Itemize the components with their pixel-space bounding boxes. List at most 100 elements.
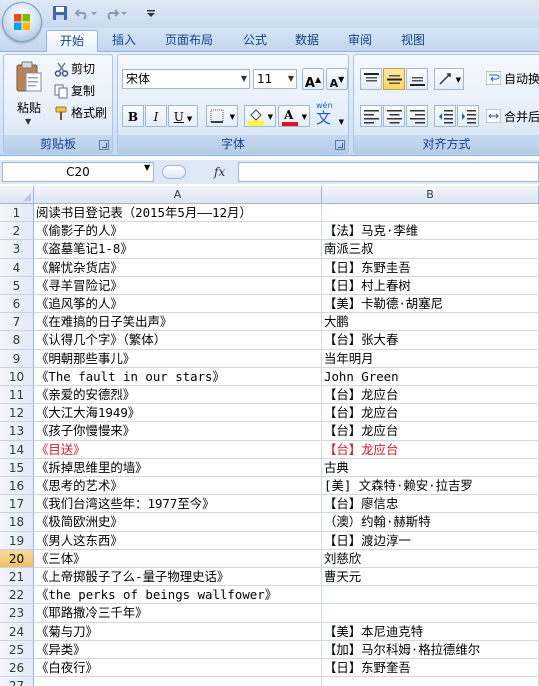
row-header[interactable]: 2 [0,222,34,241]
cell-author[interactable]: 【加】马尔科姆·格拉德维尔 [322,640,539,659]
wrap-text-button[interactable]: 自动换 [486,69,539,89]
row-header[interactable]: 26 [0,659,34,678]
merge-center-button[interactable]: 合并后 [486,107,539,127]
cell-author[interactable]: 【美】本尼迪克特 [322,622,539,641]
font-size-select[interactable]: 11 ▼ [253,69,297,89]
paste-button[interactable]: 粘贴 ▼ [9,59,49,133]
cell-author[interactable]: 古典 [322,458,539,477]
increase-indent-button[interactable] [457,105,479,127]
cell-title[interactable]: 《目送》 [34,440,322,459]
cell-author[interactable]: [美] 文森特·赖安·拉吉罗 [322,477,539,496]
cell-title[interactable]: 《菊与刀》 [34,622,322,641]
cell-title[interactable] [34,677,322,686]
tab-page-layout[interactable]: 页面布局 [155,30,223,52]
cell-title[interactable]: 《孩子你慢慢来》 [34,422,322,441]
row-header[interactable]: 12 [0,404,34,423]
cell-author[interactable] [322,677,539,686]
align-middle-button[interactable] [383,68,405,90]
undo-dropdown-icon[interactable] [90,5,98,21]
row-header[interactable]: 17 [0,495,34,514]
cell-title[interactable]: 《追风筝的人》 [34,295,322,314]
row-header[interactable]: 23 [0,604,34,623]
cell-title[interactable]: 《极简欧洲史》 [34,513,322,532]
grow-font-button[interactable]: A▲ [302,68,324,91]
shrink-font-button[interactable]: A▼ [326,68,348,90]
tab-view[interactable]: 视图 [390,30,436,52]
cell-author[interactable]: 【日】东野圭吾 [322,258,539,277]
tab-formulas[interactable]: 公式 [232,30,278,52]
row-header[interactable]: 15 [0,458,34,477]
cell-title[interactable]: 《解忧杂货店》 [34,258,322,277]
cell-title[interactable]: 《The fault in our stars》 [34,367,322,386]
phonetic-guide-button[interactable]: wén 文 ▼ [314,101,344,131]
cell-author[interactable]: 【台】龙应台 [322,422,539,441]
row-header[interactable]: 27 [0,677,34,686]
formula-bar-resize-handle[interactable] [162,165,186,179]
cell-title[interactable]: 《认得几个字》（繁体） [34,331,322,350]
cell-author[interactable]: 大鹏 [322,313,539,332]
row-header[interactable]: 9 [0,349,34,368]
font-name-select[interactable]: 宋体 ▼ [122,69,250,89]
column-header-b[interactable]: B [322,186,539,204]
name-box-dropdown-icon[interactable]: ▼ [144,163,150,172]
cell-author[interactable]: 刘慈欣 [322,549,539,568]
row-header[interactable]: 4 [0,258,34,277]
cell-author[interactable]: （澳）约翰·赫斯特 [322,513,539,532]
row-header[interactable]: 13 [0,422,34,441]
cell-author[interactable]: 【台】廖信忠 [322,495,539,514]
row-header[interactable]: 6 [0,295,34,314]
cell-title[interactable]: 《三体》 [34,549,322,568]
tab-data[interactable]: 数据 [284,30,330,52]
italic-button[interactable]: I [145,105,167,127]
cell-title[interactable]: 《偷影子的人》 [34,222,322,241]
cut-button[interactable]: 剪切 [52,59,110,79]
cell-author[interactable] [322,204,539,223]
row-header[interactable]: 21 [0,568,34,587]
tab-review[interactable]: 审阅 [337,30,383,52]
undo-icon[interactable] [74,5,90,21]
cell-title[interactable]: 《大江大海1949》 [34,404,322,423]
cell-title[interactable]: 《白夜行》 [34,659,322,678]
cell-author[interactable]: 【日】渡边淳一 [322,531,539,550]
cell-title[interactable]: 《思考的艺术》 [34,477,322,496]
row-header[interactable]: 5 [0,276,34,295]
row-header[interactable]: 3 [0,240,34,259]
cell-author[interactable]: 曹天元 [322,568,539,587]
cell-title[interactable]: 《男人这东西》 [34,531,322,550]
row-header[interactable]: 10 [0,367,34,386]
office-button[interactable] [2,2,42,42]
cell-author[interactable]: 【台】龙应台 [322,404,539,423]
align-top-button[interactable] [360,68,382,90]
tab-home[interactable]: 开始 [46,30,98,52]
font-dialog-launcher-icon[interactable] [335,140,345,150]
align-left-button[interactable] [360,105,382,127]
row-header[interactable]: 18 [0,513,34,532]
cell-title[interactable]: 《亲爱的安德烈》 [34,386,322,405]
cell-author[interactable]: 【台】龙应台 [322,440,539,459]
cell-title[interactable]: 《盗墓笔记1-8》 [34,240,322,259]
column-header-a[interactable]: A [34,186,322,204]
cell-author[interactable]: 【美】卡勒德·胡塞尼 [322,295,539,314]
clipboard-dialog-launcher-icon[interactable] [99,140,109,150]
cell-title[interactable]: 《我们台湾这些年：1977至今》 [34,495,322,514]
fill-color-button[interactable]: ▼ [244,105,276,127]
cell-title[interactable]: 《在难搞的日子笑出声》 [34,313,322,332]
cell-title[interactable]: 《上帝掷骰子了么-量子物理史话》 [34,568,322,587]
underline-button[interactable]: U ▼ [168,105,198,127]
align-right-button[interactable] [406,105,428,127]
align-center-button[interactable] [383,105,405,127]
cell-author[interactable]: 【法】马克·李维 [322,222,539,241]
formula-input[interactable] [238,162,539,182]
row-header[interactable]: 11 [0,386,34,405]
cell-author[interactable]: 【日】东野奎吾 [322,659,539,678]
cell-title[interactable]: 《耶路撒冷三千年》 [34,604,322,623]
customize-toolbar-icon[interactable] [146,5,156,21]
redo-icon[interactable] [104,5,120,21]
cell-title[interactable]: 《拆掉思维里的墙》 [34,458,322,477]
cell-title[interactable]: 《寻羊冒险记》 [34,276,322,295]
cell-title[interactable]: 《明朝那些事儿》 [34,349,322,368]
row-header[interactable]: 14 [0,440,34,459]
cell-author[interactable]: 南派三叔 [322,240,539,259]
cell-author[interactable]: 当年明月 [322,349,539,368]
redo-dropdown-icon[interactable] [120,5,128,21]
